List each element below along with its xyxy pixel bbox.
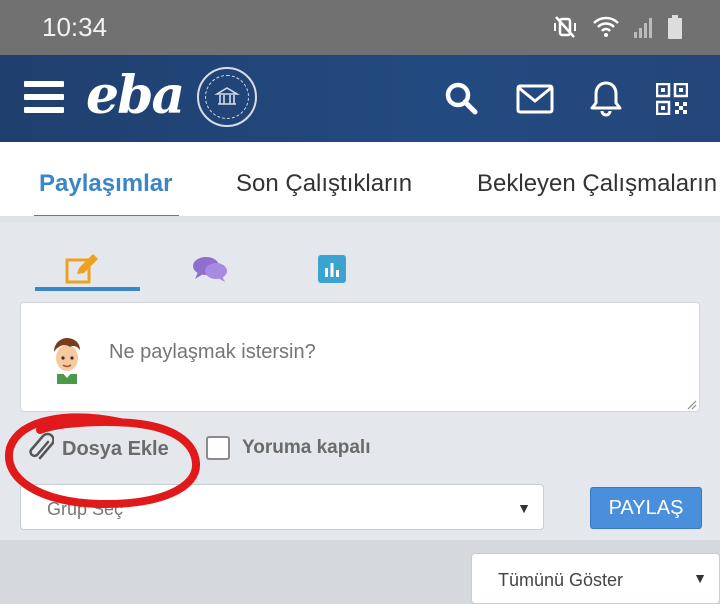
- menu-icon[interactable]: [24, 81, 64, 115]
- eba-logo[interactable]: eba: [86, 65, 185, 126]
- tabs-bar: Paylaşımlar Son Çalıştıkların Bekleyen Ç…: [0, 142, 720, 222]
- wifi-icon: [592, 15, 620, 39]
- post-text-input[interactable]: [109, 341, 669, 364]
- search-icon[interactable]: [442, 79, 482, 119]
- resize-handle[interactable]: [685, 397, 697, 410]
- bar-chart-icon[interactable]: [312, 252, 352, 286]
- group-select-value: Grup Seç: [47, 499, 124, 519]
- show-all-select[interactable]: Tümünü Göster ▼: [471, 553, 720, 604]
- show-all-select-value: Tümünü Göster: [498, 570, 624, 590]
- signal-icon: [634, 16, 654, 38]
- active-mode-indicator: [35, 287, 140, 291]
- share-button[interactable]: PAYLAŞ: [590, 487, 702, 529]
- meb-seal-logo: [197, 67, 257, 127]
- comments-closed-toggle[interactable]: Yoruma kapalı: [206, 436, 370, 460]
- mail-icon[interactable]: [515, 79, 555, 119]
- status-icons: [552, 12, 682, 42]
- bell-icon[interactable]: [586, 79, 626, 119]
- paperclip-icon: [26, 430, 55, 469]
- status-time: 10:34: [42, 12, 108, 42]
- edit-icon[interactable]: [62, 252, 102, 286]
- tab-paylasimlar[interactable]: Paylaşımlar: [39, 170, 172, 198]
- status-bar: 10:34: [0, 0, 720, 55]
- mute-vibrate-icon: [552, 14, 578, 40]
- post-composer[interactable]: [20, 302, 700, 412]
- tab-son-calistiklarin[interactable]: Son Çalıştıkların: [236, 170, 412, 198]
- attach-file-button[interactable]: Dosya Ekle: [26, 432, 169, 466]
- active-tab-indicator: [34, 215, 179, 216]
- tab-bekleyen-calismalarin[interactable]: Bekleyen Çalışmaların: [477, 170, 717, 198]
- group-select[interactable]: Grup Seç ▼: [20, 484, 544, 530]
- qr-code-icon[interactable]: [652, 79, 692, 119]
- attach-file-label: Dosya Ekle: [62, 437, 169, 460]
- comments-closed-checkbox[interactable]: [206, 436, 230, 460]
- avatar: [49, 336, 85, 384]
- chevron-down-icon: ▼: [517, 500, 531, 516]
- battery-icon: [668, 15, 682, 39]
- app-header: eba: [0, 55, 720, 142]
- chat-bubbles-icon[interactable]: [190, 252, 230, 286]
- comments-closed-label: Yoruma kapalı: [242, 437, 371, 458]
- chevron-down-icon: ▼: [693, 570, 707, 586]
